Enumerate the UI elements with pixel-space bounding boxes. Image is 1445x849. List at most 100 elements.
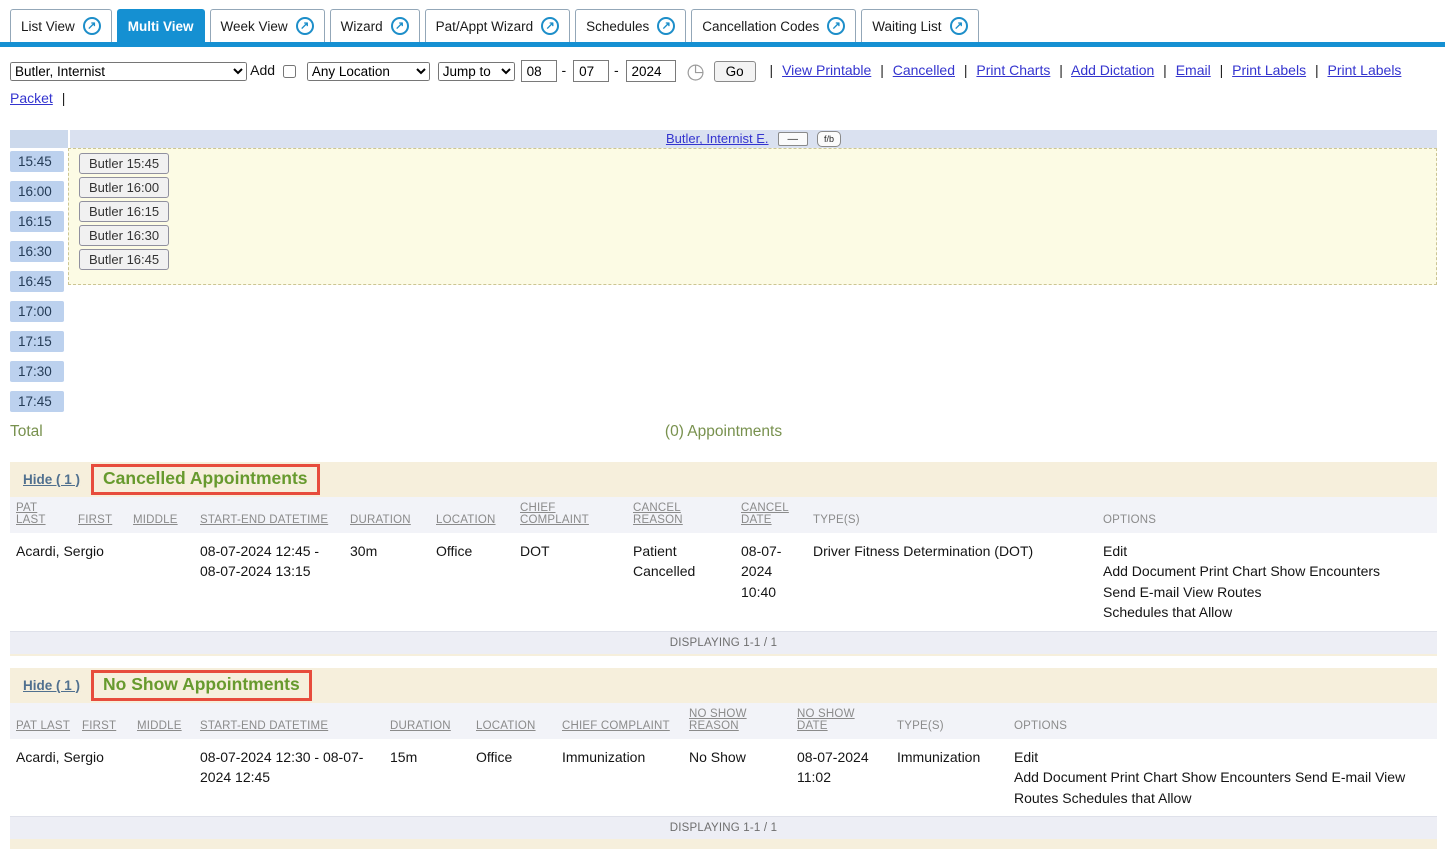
cell-location: Office	[430, 533, 514, 632]
tab-waiting-list[interactable]: Waiting List ↗	[861, 9, 978, 42]
cell-options: Edit Add Document Print Chart Show Encou…	[1008, 739, 1437, 817]
add-label: Add	[250, 62, 275, 78]
popout-icon[interactable]: ↗	[827, 17, 845, 35]
option-edit-link[interactable]: Edit	[1103, 543, 1127, 559]
clock-icon[interactable]: ◷	[686, 60, 704, 83]
tab-wizard[interactable]: Wizard ↗	[330, 9, 420, 42]
hide-no-show-link[interactable]: Hide ( 1 )	[23, 678, 80, 693]
cell-start-end: 08-07-2024 12:45 - 08-07-2024 13:15	[194, 533, 344, 632]
sort-link-middle[interactable]: MIDDLE	[133, 514, 178, 526]
sort-link-pat-last[interactable]: PAT LAST	[16, 720, 70, 732]
option-send-email-link[interactable]: Send E-mail	[1295, 769, 1371, 785]
tab-multi-view[interactable]: Multi View	[117, 9, 205, 42]
link-view-printable[interactable]: View Printable	[782, 62, 871, 78]
option-add-document-link[interactable]: Add Document	[1014, 769, 1107, 785]
calendar-header-row: Butler, Internist E. — f/b	[10, 130, 1437, 148]
option-schedules-that-allow-link[interactable]: Schedules that Allow	[1103, 604, 1232, 620]
sort-link-duration[interactable]: DURATION	[350, 514, 411, 526]
option-add-document-link[interactable]: Add Document	[1103, 563, 1196, 579]
sort-link-cancel-reason[interactable]: CANCEL REASON	[633, 502, 683, 526]
sort-link-pat-last[interactable]: PAT LAST	[16, 502, 46, 526]
jump-to-select[interactable]: Jump to	[438, 62, 515, 81]
sort-link-start-end[interactable]: START-END DATETIME	[200, 720, 328, 732]
slot-area[interactable]: Butler 15:45 Butler 16:00 Butler 16:15 B…	[68, 148, 1437, 391]
hide-cancelled-link[interactable]: Hide ( 1 )	[23, 472, 80, 487]
sort-link-chief-complaint[interactable]: CHIEF COMPLAINT	[520, 502, 589, 526]
sort-link-location[interactable]: LOCATION	[476, 720, 536, 732]
provider-header-link[interactable]: Butler, Internist E.	[666, 131, 769, 146]
tab-week-view[interactable]: Week View ↗	[210, 9, 325, 42]
tab-cancellation-codes[interactable]: Cancellation Codes ↗	[691, 9, 856, 42]
time-label: 16:15	[10, 211, 64, 232]
option-show-encounters-link[interactable]: Show Encounters	[1181, 769, 1291, 785]
option-send-email-link[interactable]: Send E-mail	[1103, 584, 1179, 600]
add-checkbox[interactable]	[283, 65, 296, 78]
free-busy-zone[interactable]: Butler 15:45 Butler 16:00 Butler 16:15 B…	[68, 148, 1437, 285]
slot-button[interactable]: Butler 15:45	[79, 153, 169, 174]
link-cancelled[interactable]: Cancelled	[893, 62, 955, 78]
option-schedules-that-allow-link[interactable]: Schedules that Allow	[1062, 790, 1191, 806]
collapse-button[interactable]: —	[778, 132, 809, 146]
sort-link-location[interactable]: LOCATION	[436, 514, 496, 526]
toolbar: Butler, Internist Add Any Location Jump …	[0, 47, 1445, 112]
sort-link-first[interactable]: FIRST	[78, 514, 112, 526]
link-add-dictation[interactable]: Add Dictation	[1071, 62, 1154, 78]
cancelled-appointments-table: PAT LAST FIRST MIDDLE START-END DATETIME…	[10, 497, 1437, 654]
popout-icon[interactable]: ↗	[950, 17, 968, 35]
sort-link-chief-complaint[interactable]: CHIEF COMPLAINT	[562, 720, 670, 732]
sort-link-no-show-date[interactable]: NO SHOW DATE	[797, 708, 855, 732]
link-print-labels[interactable]: Print Labels	[1232, 62, 1306, 78]
no-show-section-title: No Show Appointments	[91, 670, 312, 701]
option-print-chart-link[interactable]: Print Chart	[1200, 563, 1267, 579]
option-view-routes-link[interactable]: View Routes	[1183, 584, 1261, 600]
date-month-input[interactable]	[521, 60, 557, 82]
sort-link-cancel-date[interactable]: CANCEL DATE	[741, 502, 789, 526]
sort-link-first[interactable]: FIRST	[82, 720, 116, 732]
calendar-grid: 15:45 16:00 16:15 16:30 16:45 17:00 17:1…	[10, 148, 1437, 418]
sort-link-middle[interactable]: MIDDLE	[137, 720, 182, 732]
displaying-count: DISPLAYING 1-1 / 1	[10, 631, 1437, 654]
date-year-input[interactable]	[626, 60, 676, 82]
popout-icon[interactable]: ↗	[83, 17, 101, 35]
column-header-middle: MIDDLE	[131, 703, 194, 739]
cell-location: Office	[470, 739, 556, 817]
link-email[interactable]: Email	[1176, 62, 1211, 78]
link-print-charts[interactable]: Print Charts	[976, 62, 1050, 78]
provider-select[interactable]: Butler, Internist	[10, 62, 247, 81]
time-label: 17:30	[10, 361, 64, 382]
column-header-types: TYPE(S)	[891, 703, 1008, 739]
option-edit-link[interactable]: Edit	[1014, 749, 1038, 765]
cancelled-appointments-section: Hide ( 1 ) Cancelled Appointments PAT LA…	[10, 462, 1437, 656]
sort-link-duration[interactable]: DURATION	[390, 720, 451, 732]
separator: |	[1315, 62, 1319, 78]
cell-chief-complaint: Immunization	[556, 739, 683, 817]
popout-icon[interactable]: ↗	[296, 17, 314, 35]
sort-link-start-end[interactable]: START-END DATETIME	[200, 514, 328, 526]
column-header-types: TYPE(S)	[807, 497, 1097, 533]
popout-icon[interactable]: ↗	[541, 17, 559, 35]
date-day-input[interactable]	[573, 60, 609, 82]
column-header-duration: DURATION	[344, 497, 430, 533]
popout-icon[interactable]: ↗	[391, 17, 409, 35]
tab-list-view[interactable]: List View ↗	[10, 9, 112, 42]
column-header-cancel-date: CANCEL DATE	[735, 497, 807, 533]
popout-icon[interactable]: ↗	[657, 17, 675, 35]
slot-button[interactable]: Butler 16:15	[79, 201, 169, 222]
go-button[interactable]: Go	[714, 61, 756, 82]
cell-duration: 15m	[384, 739, 470, 817]
free-busy-toggle-button[interactable]: f/b	[817, 131, 841, 147]
tab-schedules[interactable]: Schedules ↗	[575, 9, 686, 42]
option-show-encounters-link[interactable]: Show Encounters	[1270, 563, 1380, 579]
location-select[interactable]: Any Location	[307, 62, 430, 81]
slot-button[interactable]: Butler 16:00	[79, 177, 169, 198]
separator: |	[770, 62, 774, 78]
cell-pat-last: Acardi, Sergio	[10, 739, 76, 817]
sort-link-no-show-reason[interactable]: NO SHOW REASON	[689, 708, 747, 732]
time-label: 15:45	[10, 151, 64, 172]
option-print-chart-link[interactable]: Print Chart	[1111, 769, 1178, 785]
cell-duration: 30m	[344, 533, 430, 632]
slot-button[interactable]: Butler 16:45	[79, 249, 169, 270]
column-header-start-end: START-END DATETIME	[194, 497, 344, 533]
tab-pat-appt-wizard[interactable]: Pat/Appt Wizard ↗	[425, 9, 571, 42]
slot-button[interactable]: Butler 16:30	[79, 225, 169, 246]
